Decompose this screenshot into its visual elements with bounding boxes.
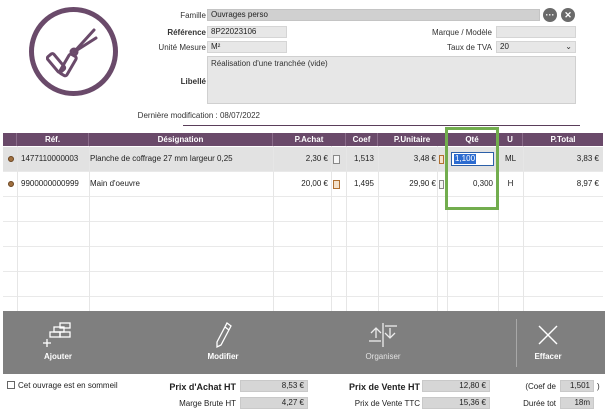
col-icon (3, 133, 17, 146)
col-unitaire[interactable]: P.Unitaire (378, 133, 447, 146)
libelle-textarea[interactable]: Réalisation d'une tranchée (vide) (207, 56, 576, 104)
price-tag-icon[interactable] (333, 180, 340, 189)
col-divider (437, 146, 438, 311)
document-icon[interactable] (333, 155, 340, 164)
cell-ref: 9900000000999 (21, 179, 79, 188)
tva-value: 20 (500, 42, 509, 51)
col-ref[interactable]: Réf. (17, 133, 89, 146)
cell-designation: Planche de coffrage 27 mm largeur 0,25 (90, 154, 233, 163)
chevron-down-icon: ⌄ (565, 42, 572, 51)
effacer-label: Effacer (534, 352, 562, 361)
cell-u: ML (504, 154, 517, 163)
table-row[interactable]: 9900000000999 Main d'oeuvre 20,00 € 1,49… (3, 172, 603, 197)
empty-row (3, 247, 603, 272)
effacer-button[interactable]: Effacer (503, 311, 593, 374)
empty-row (3, 272, 603, 297)
cell-ref: 1477110000003 (21, 154, 79, 163)
article-icon (8, 156, 14, 162)
derniere-modification-label: Dernière modification : 08/07/2022 (130, 111, 260, 120)
reference-field[interactable]: 8P22023106 (207, 26, 287, 38)
famille-label: Famille (180, 11, 206, 20)
cell-total: 3,83 € (576, 154, 599, 163)
sommeil-checkbox[interactable] (7, 381, 15, 389)
unite-field[interactable]: M² (207, 41, 287, 53)
coef-close: ) (597, 382, 600, 391)
col-divider (331, 146, 332, 311)
col-designation[interactable]: Désignation (89, 133, 273, 146)
col-divider (378, 146, 379, 311)
close-icon (538, 325, 558, 345)
marque-field[interactable] (496, 26, 576, 38)
modif-label-text: Dernière modification : (137, 111, 218, 120)
reorder-icon (369, 323, 397, 347)
col-divider (89, 146, 90, 311)
more-options-icon[interactable]: ··· (543, 8, 557, 22)
article-icon (8, 181, 14, 187)
col-divider (17, 146, 18, 311)
document-icon[interactable] (439, 180, 444, 189)
table-header: Réf. Désignation P.Achat Coef P.Unitaire… (3, 133, 603, 146)
cell-coef: 1,513 (353, 154, 374, 163)
empty-row (3, 222, 603, 247)
prix-vente-ht-value: 12,80 € (422, 380, 490, 392)
add-bricks-icon (43, 322, 71, 347)
ajouter-label: Ajouter (44, 352, 72, 361)
marque-label: Marque / Modèle (431, 28, 492, 37)
marge-value: 4,27 € (240, 397, 308, 409)
modif-date: 08/07/2022 (219, 111, 260, 120)
col-total[interactable]: P.Total (523, 133, 603, 146)
clear-famille-icon[interactable]: ✕ (561, 8, 575, 22)
cell-total: 8,97 € (576, 179, 599, 188)
unite-label: Unité Mesure (158, 43, 206, 52)
sommeil-label: Cet ouvrage est en sommeil (18, 381, 118, 390)
col-divider (523, 146, 524, 311)
cell-unitaire: 3,48 € (413, 154, 436, 163)
col-divider (346, 146, 347, 311)
cell-achat: 2,30 € (305, 154, 328, 163)
prix-vente-ttc-label: Prix de Vente TTC (354, 399, 420, 408)
ajouter-button[interactable]: Ajouter (13, 311, 103, 374)
prix-vente-ttc-value: 15,36 € (422, 397, 490, 409)
price-tag-icon[interactable] (439, 155, 444, 164)
action-toolbar: Ajouter Modifier Organiser Effacer (3, 311, 605, 374)
duree-label: Durée tot (523, 399, 556, 408)
cell-u: H (507, 179, 514, 188)
modifier-label: Modifier (207, 352, 239, 361)
ouvrage-logo-icon (29, 7, 118, 96)
col-divider (273, 146, 274, 311)
tva-label: Taux de TVA (446, 43, 492, 52)
organiser-label: Organiser (365, 352, 401, 361)
col-u[interactable]: U (498, 133, 523, 146)
organiser-button[interactable]: Organiser (338, 311, 428, 374)
duree-value: 18m (560, 397, 594, 409)
libelle-label: Libellé (180, 77, 206, 86)
separator-line (183, 125, 580, 126)
col-achat[interactable]: P.Achat (273, 133, 346, 146)
cell-designation: Main d'oeuvre (90, 179, 140, 188)
empty-row (3, 197, 603, 222)
prix-achat-label: Prix d'Achat HT (169, 382, 236, 392)
qty-column-highlight (445, 127, 499, 210)
col-coef[interactable]: Coef (346, 133, 378, 146)
cell-coef: 1,495 (353, 179, 374, 188)
modifier-button[interactable]: Modifier (178, 311, 268, 374)
cell-achat: 20,00 € (301, 179, 328, 188)
famille-field[interactable]: Ouvrages perso (207, 9, 540, 21)
prix-vente-ht-label: Prix de Vente HT (348, 382, 420, 392)
coef-label: (Coef de (525, 382, 556, 391)
marge-label: Marge Brute HT (179, 399, 236, 408)
table-row[interactable]: 1477110000003 Planche de coffrage 27 mm … (3, 147, 603, 172)
coef-value: 1,501 (560, 380, 594, 392)
pencil-icon (216, 322, 232, 349)
cell-unitaire: 29,90 € (409, 179, 436, 188)
reference-label: Référence (167, 28, 206, 37)
prix-achat-value: 8,53 € (240, 380, 308, 392)
tva-select[interactable]: 20 ⌄ (496, 41, 576, 53)
